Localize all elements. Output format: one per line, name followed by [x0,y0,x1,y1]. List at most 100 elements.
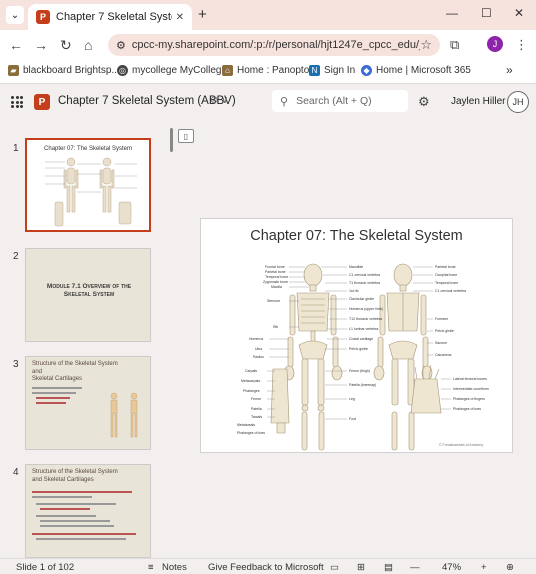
fit-to-window-icon[interactable]: ⊕ [506,562,514,573]
text-line [32,496,92,498]
bone-label: Costal cartilage [349,337,374,341]
bone-label: C1 cervical vertebra [435,289,467,293]
normal-view-icon[interactable]: ▭ [330,562,339,573]
reload-icon[interactable]: ↻ [60,37,72,54]
in-icon: N [309,65,320,76]
thumbnail-title: Structure of the Skeletal System and Ske… [32,361,118,384]
text-line [36,397,70,399]
browser-tab-strip: ⌄ P Chapter 7 Skeletal System (ABB ✕ + —… [0,0,536,30]
bone-label: Metacarpals [241,379,261,383]
thumbnail-scrollbar[interactable] [170,128,173,152]
thumbnail-title-line: Module 7.1 Overview of the [46,283,132,290]
thumbnail-slide-4[interactable]: Structure of the Skeletal System and Ske… [25,464,151,558]
bookmark-m365[interactable]: ◆ Home | Microsoft 365 [361,65,471,76]
bookmark-folder-icon: ▰ [8,65,19,76]
text-line [36,538,126,540]
slide-canvas[interactable]: Chapter 07: The Skeletal System Frontal … [200,218,513,453]
bone-label: Pelvic girdle [349,347,368,351]
bookmarks-overflow-icon[interactable]: » [506,63,513,77]
bone-label: T12 thoracic vertebra [349,317,383,321]
extensions-icon[interactable]: ⧉ [450,37,459,53]
notes-icon[interactable]: ≡ [148,562,154,573]
browser-tab-active[interactable]: P Chapter 7 Skeletal System (ABB ✕ [28,4,192,30]
home-icon[interactable]: ⌂ [84,37,92,53]
bone-label: Mandible [349,265,364,269]
bookmark-label: Home : Panopto [237,65,310,76]
bone-label: Patella [251,407,262,411]
thumbnail-title-line: Structure of the Skeletal System [32,361,118,367]
bone-label: Phalanges of toes [237,431,266,435]
bone-label: Zygomatic bone [263,280,288,284]
skeleton-thumbnail-illustration [110,392,138,438]
bookmark-signin[interactable]: N Sign In [309,65,355,76]
forward-arrow-icon[interactable]: → [34,37,48,53]
globe-icon: ◎ [117,65,128,76]
zoom-in-button[interactable]: + [481,562,487,573]
site-info-icon[interactable]: ⚙ [116,39,126,52]
bone-label: Phalanges of fingers [453,397,485,401]
text-line [36,402,66,404]
bookmark-mycollege[interactable]: ◎ mycollege MyCollege [117,65,227,76]
app-launcher-icon[interactable] [11,96,23,108]
text-line [36,515,96,517]
document-status-chevron-icon[interactable]: ⊘ ∨ [210,95,228,106]
text-line [40,508,90,510]
zoom-level[interactable]: 47% [442,562,461,573]
bone-label: Rib [273,325,279,329]
tab-close-icon[interactable]: ✕ [176,12,184,23]
bookmark-label: blackboard Brightsp... [23,65,120,76]
back-arrow-icon[interactable]: ← [9,37,23,53]
bone-label: T1 thoracic vertebra [349,281,381,285]
bone-label: Sternum [267,299,281,303]
bone-label: Tarsals [251,415,263,419]
bone-label: C1 cervical vertebra [349,273,381,277]
user-avatar[interactable]: JH [507,91,529,113]
home-icon: ⌂ [222,65,233,76]
bone-label: Metatarsals [237,423,256,427]
bone-label: Humerus (upper limb) [349,307,383,311]
thumbnail-slide-2[interactable]: Module 7.1 Overview of the Skeletal Syst… [25,248,151,342]
bone-label: Parietal bone [435,265,456,269]
skeleton-illustration [267,263,451,451]
minimize-icon[interactable]: — [446,6,458,20]
thumbnail-slide-3[interactable]: Structure of the Skeletal System and Ske… [25,356,151,450]
status-bar: Slide 1 of 102 ≡ Notes Give Feedback to … [0,558,536,574]
thumbnail-number: 3 [13,359,19,370]
bone-label: Pelvic girdle [435,329,454,333]
slide-sorter-icon[interactable]: ⊞ [357,562,365,573]
show-pane-icon[interactable]: ▯ [178,129,194,143]
thumbnail-title-line: Structure of the Skeletal System [32,469,118,475]
skeleton-thumbnail-illustration [45,157,137,227]
office-app-bar: P Chapter 7 Skeletal System (ABBV) ⊘ ∨ ⚲… [0,84,536,120]
reading-view-icon[interactable]: ▤ [384,562,393,573]
powerpoint-logo-icon[interactable]: P [34,94,50,110]
browser-profile-avatar[interactable]: J [487,36,503,52]
url-input[interactable]: ⚙ cpcc-my.sharepoint.com/:p:/r/personal/… [108,34,440,56]
bone-label: Femur [251,397,262,401]
bone-label: Forearm [435,317,449,321]
settings-gear-icon[interactable]: ⚙ [418,94,430,110]
bookmark-label: Sign In [324,65,356,76]
close-window-icon[interactable]: ✕ [514,6,524,20]
thumbnail-title-line: and Skeletal Cartilages [32,476,94,483]
bone-label: Clavicular girdle [349,297,374,301]
slide-counter: Slide 1 of 102 [16,562,75,573]
tab-search-chevron-icon[interactable]: ⌄ [6,6,24,24]
bone-label: Maxilla [271,285,282,289]
bookmark-panopto[interactable]: ⌂ Home : Panopto [222,65,309,76]
bone-label: L1 lumbar vertebra [349,327,379,331]
new-tab-button[interactable]: + [198,6,207,23]
slide-thumbnail-pane: 1 Chapter 07: The Skeletal System 2 Modu… [0,120,168,558]
bookmark-blackboard[interactable]: ▰ blackboard Brightsp... [8,65,120,76]
text-line [32,387,82,389]
notes-button[interactable]: Notes [162,562,187,573]
zoom-out-button[interactable]: — [410,562,420,573]
bone-label: Lateral femoral bones [453,377,487,381]
search-box[interactable]: ⚲ Search (Alt + Q) [272,90,408,112]
thumbnail-title: Structure of the Skeletal System and Ske… [32,469,118,484]
bookmark-star-icon[interactable]: ☆ [420,37,432,53]
maximize-icon[interactable]: ☐ [481,6,492,20]
browser-menu-icon[interactable]: ⋮ [515,37,528,53]
thumbnail-slide-1[interactable]: Chapter 07: The Skeletal System [25,138,151,232]
feedback-button[interactable]: Give Feedback to Microsoft [208,562,324,573]
